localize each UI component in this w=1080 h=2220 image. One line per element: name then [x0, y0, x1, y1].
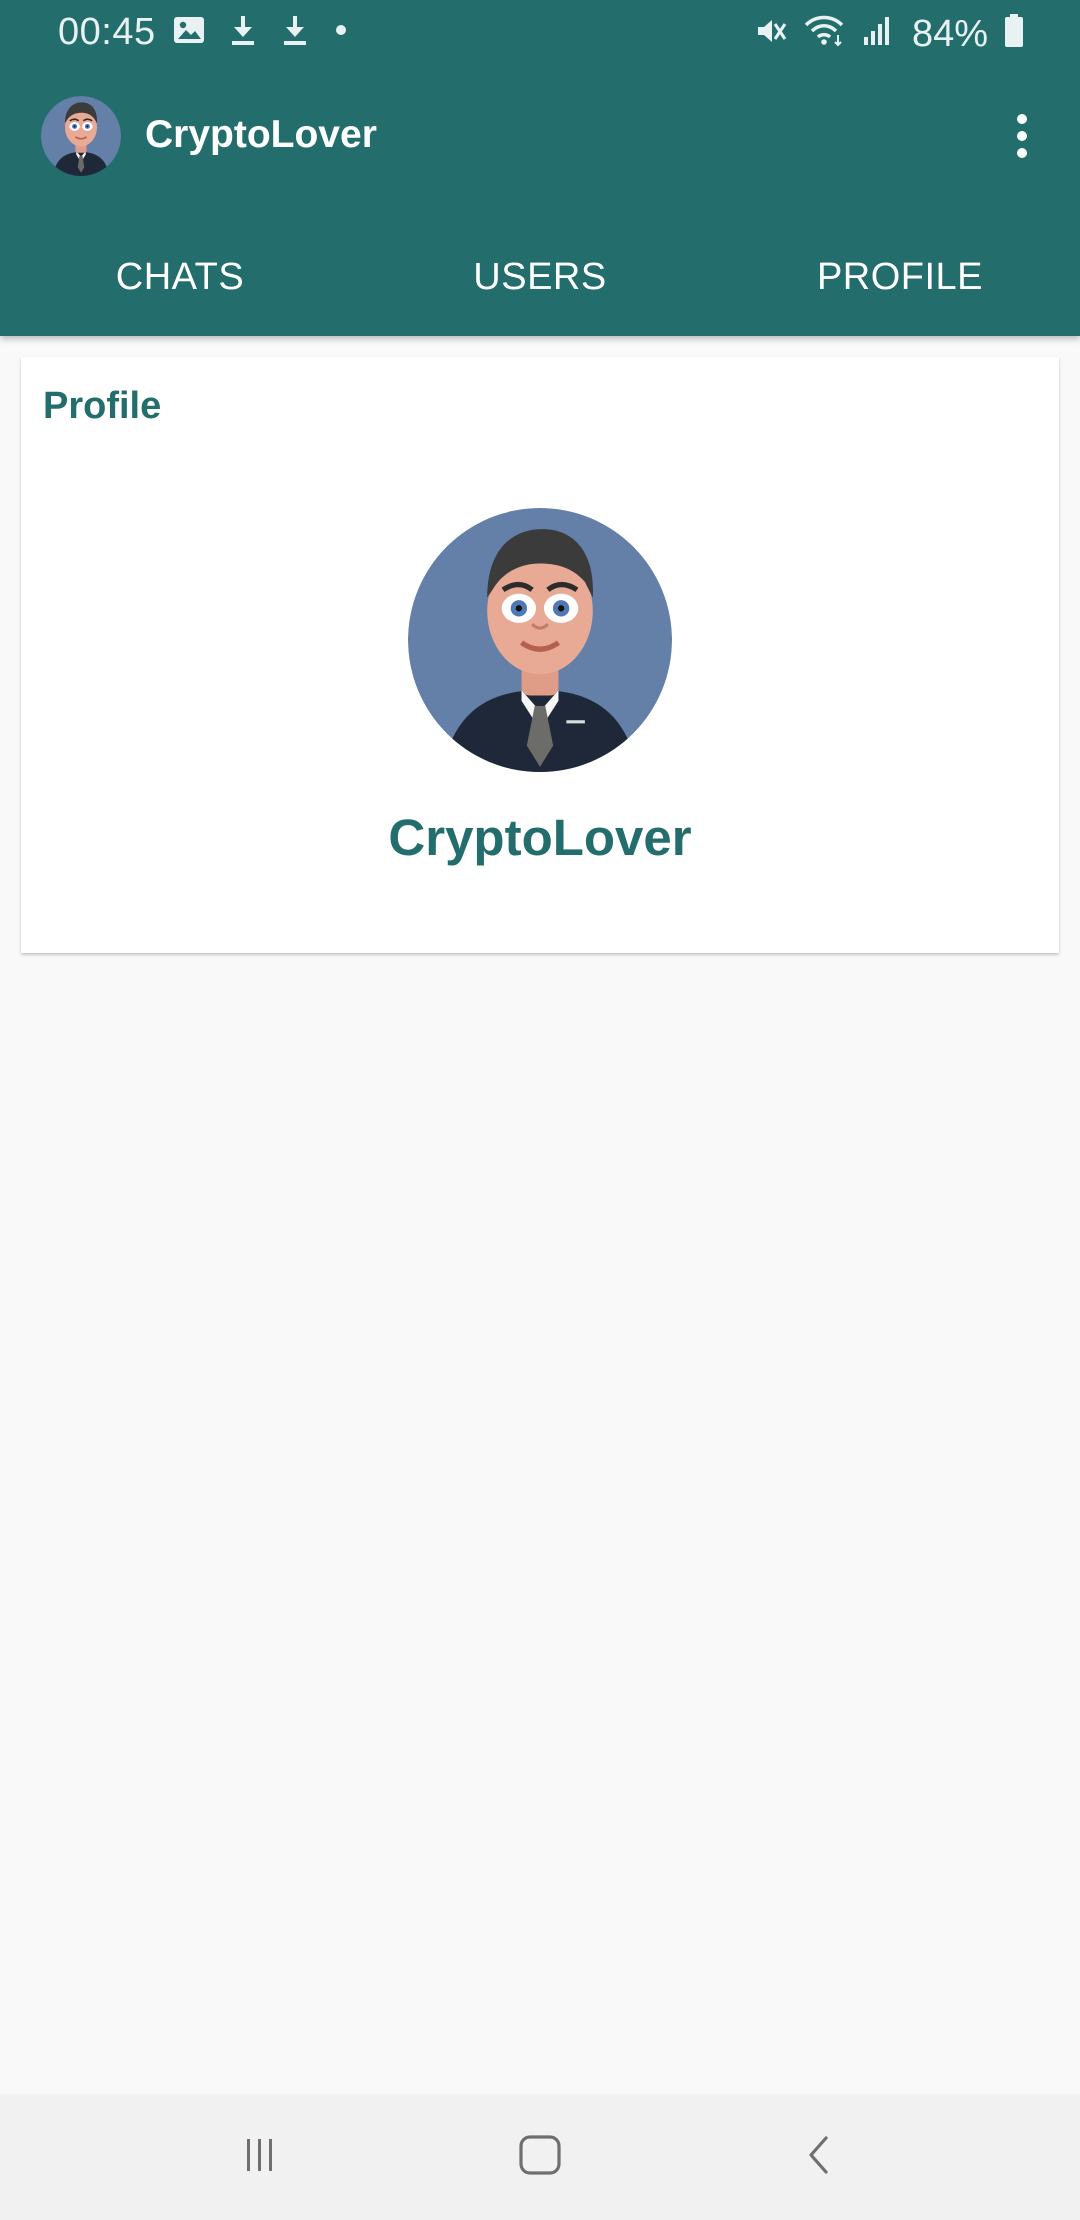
tab-bar: CHATS USERS PROFILE: [0, 234, 1080, 320]
mute-icon: [754, 13, 788, 54]
profile-card: Profile CryptoLover: [21, 357, 1059, 953]
screen: 00:45 84% CryptoLover CHATS USERS PROFIL…: [0, 0, 1080, 2220]
profile-name: CryptoLover: [388, 809, 692, 866]
download-icon: [280, 14, 310, 51]
battery-percentage: 84%: [911, 12, 988, 55]
status-time: 00:45: [58, 11, 156, 53]
more-vert-icon: [1017, 114, 1027, 124]
system-navigation-bar: [0, 2094, 1080, 2220]
recents-button[interactable]: [221, 2118, 299, 2196]
status-system-icons: 84%: [754, 12, 1026, 55]
dot-icon: [332, 14, 350, 51]
profile-avatar[interactable]: [408, 508, 672, 772]
tab-profile[interactable]: PROFILE: [720, 234, 1080, 320]
tab-chats[interactable]: CHATS: [0, 234, 360, 320]
more-options-button[interactable]: [992, 106, 1052, 166]
status-bar: 00:45 84%: [0, 0, 1080, 66]
status-notification-icons: [172, 14, 350, 51]
avatar-icon[interactable]: [41, 96, 121, 176]
toolbar: CryptoLover: [0, 96, 1080, 178]
more-vert-icon: [1017, 131, 1027, 141]
app-bar: 00:45 84% CryptoLover CHATS USERS PROFIL…: [0, 0, 1080, 336]
download-icon: [228, 14, 258, 51]
profile-heading: Profile: [43, 385, 162, 427]
signal-icon: [860, 13, 894, 54]
image-icon: [172, 14, 206, 51]
toolbar-title: CryptoLover: [145, 113, 377, 156]
tab-users[interactable]: USERS: [360, 234, 720, 320]
recents-icon: [232, 2127, 288, 2188]
home-icon: [512, 2127, 568, 2188]
battery-icon: [1002, 12, 1026, 55]
back-button[interactable]: [782, 2118, 860, 2196]
wifi-icon: [802, 13, 846, 54]
home-button[interactable]: [501, 2118, 579, 2196]
back-icon: [793, 2127, 849, 2188]
more-vert-icon: [1017, 148, 1027, 158]
